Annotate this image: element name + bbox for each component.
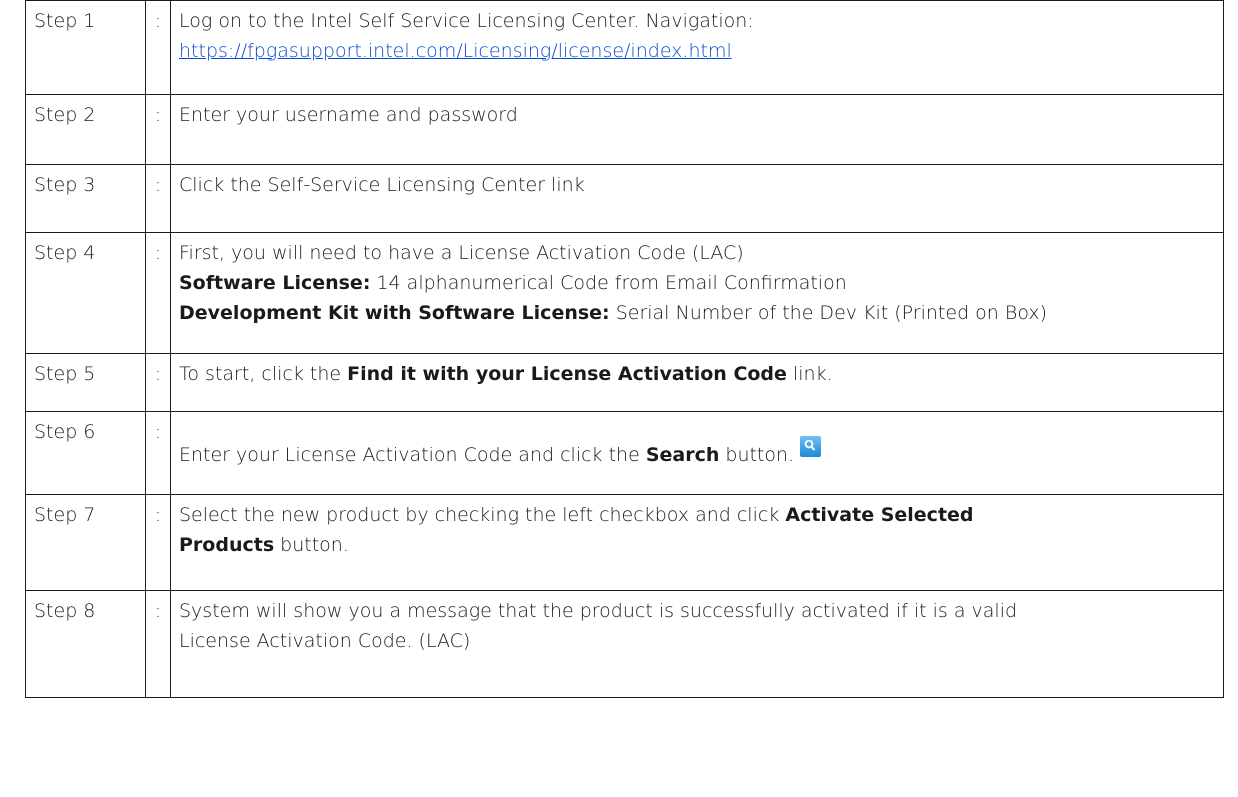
step-label: Step 2 bbox=[25, 94, 146, 165]
table-row: Step 1 : Log on to the Intel Self Servic… bbox=[25, 0, 1224, 95]
step-text: button. bbox=[274, 534, 349, 556]
steps-table: Step 1 : Log on to the Intel Self Servic… bbox=[25, 0, 1224, 698]
step-separator: : bbox=[145, 232, 171, 354]
step-text: System will show you a message that the … bbox=[179, 600, 1018, 622]
step-description: Log on to the Intel Self Service Licensi… bbox=[170, 0, 1224, 95]
software-license-label: Software License: bbox=[179, 272, 371, 294]
step-bold-text: Search bbox=[645, 444, 720, 466]
step-text: Log on to the Intel Self Service Licensi… bbox=[179, 10, 754, 32]
table-row: Step 2 : Enter your username and passwor… bbox=[25, 94, 1224, 165]
step-label: Step 6 bbox=[25, 411, 146, 495]
table-row: Step 4 : First, you will need to have a … bbox=[25, 232, 1224, 354]
step-separator: : bbox=[145, 164, 171, 233]
table-row: Step 8 : System will show you a message … bbox=[25, 590, 1224, 698]
step-separator: : bbox=[145, 590, 171, 698]
step-label: Step 8 bbox=[25, 590, 146, 698]
step-label: Step 3 bbox=[25, 164, 146, 233]
licensing-center-link[interactable]: https://fpgasupport.intel.com/Licensing/… bbox=[179, 40, 732, 62]
step-text: License Activation Code. (LAC) bbox=[179, 630, 471, 652]
step-description: Enter your License Activation Code and c… bbox=[170, 411, 1224, 495]
search-icon bbox=[800, 436, 822, 457]
step-bold-text: Products bbox=[179, 534, 275, 556]
step-description: Click the Self-Service Licensing Center … bbox=[170, 164, 1224, 233]
step-bold-text: Find it with your License Activation Cod… bbox=[347, 363, 787, 385]
step-separator: : bbox=[145, 411, 171, 495]
step-text: Enter your License Activation Code and c… bbox=[179, 444, 646, 466]
step-label: Step 5 bbox=[25, 353, 146, 412]
step-separator: : bbox=[145, 94, 171, 165]
step-label: Step 4 bbox=[25, 232, 146, 354]
step-separator: : bbox=[145, 353, 171, 412]
table-row: Step 6 : Enter your License Activation C… bbox=[25, 411, 1224, 495]
step-separator: : bbox=[145, 0, 171, 95]
step-label: Step 7 bbox=[25, 494, 146, 591]
step-description: First, you will need to have a License A… bbox=[170, 232, 1224, 354]
step-description: Select the new product by checking the l… bbox=[170, 494, 1224, 591]
step-bold-text: Activate Selected bbox=[785, 504, 974, 526]
table-row: Step 5 : To start, click the Find it wit… bbox=[25, 353, 1224, 412]
step-text: To start, click the bbox=[179, 363, 348, 385]
devkit-license-label: Development Kit with Software License: bbox=[179, 302, 610, 324]
step-separator: : bbox=[145, 494, 171, 591]
step-description: System will show you a message that the … bbox=[170, 590, 1224, 698]
step-description: Enter your username and password bbox=[170, 94, 1224, 165]
step-text: link. bbox=[786, 363, 833, 385]
step-text: Select the new product by checking the l… bbox=[179, 504, 786, 526]
table-row: Step 7 : Select the new product by check… bbox=[25, 494, 1224, 591]
step-label: Step 1 bbox=[25, 0, 146, 95]
table-row: Step 3 : Click the Self-Service Licensin… bbox=[25, 164, 1224, 233]
software-license-text: 14 alphanumerical Code from Email Confir… bbox=[370, 272, 847, 294]
step-text: button. bbox=[719, 444, 795, 466]
devkit-license-text: Serial Number of the Dev Kit (Printed on… bbox=[609, 302, 1048, 324]
step-text: First, you will need to have a License A… bbox=[179, 242, 744, 264]
step-description: To start, click the Find it with your Li… bbox=[170, 353, 1224, 412]
